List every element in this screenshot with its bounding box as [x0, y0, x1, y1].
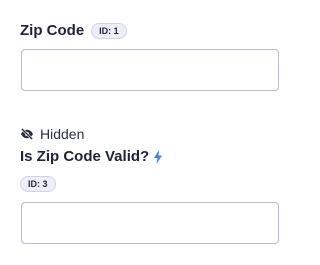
zip-code-id-badge: ID: 1 — [91, 23, 127, 39]
zip-valid-label: Is Zip Code Valid? — [20, 148, 150, 165]
hidden-indicator: Hidden — [20, 126, 84, 142]
zip-valid-label-row: Is Zip Code Valid? — [20, 148, 163, 166]
zip-code-input[interactable] — [21, 49, 279, 91]
zip-valid-id-row: ID: 3 — [20, 176, 56, 192]
zip-code-label: Zip Code — [20, 22, 85, 39]
zip-valid-input[interactable] — [21, 202, 279, 244]
lightning-bolt-icon — [154, 150, 163, 164]
hidden-label: Hidden — [40, 126, 85, 142]
zip-code-label-row: Zip Code ID: 1 — [20, 22, 127, 40]
zip-valid-id-badge: ID: 3 — [20, 176, 56, 192]
eye-slash-icon — [20, 128, 34, 140]
